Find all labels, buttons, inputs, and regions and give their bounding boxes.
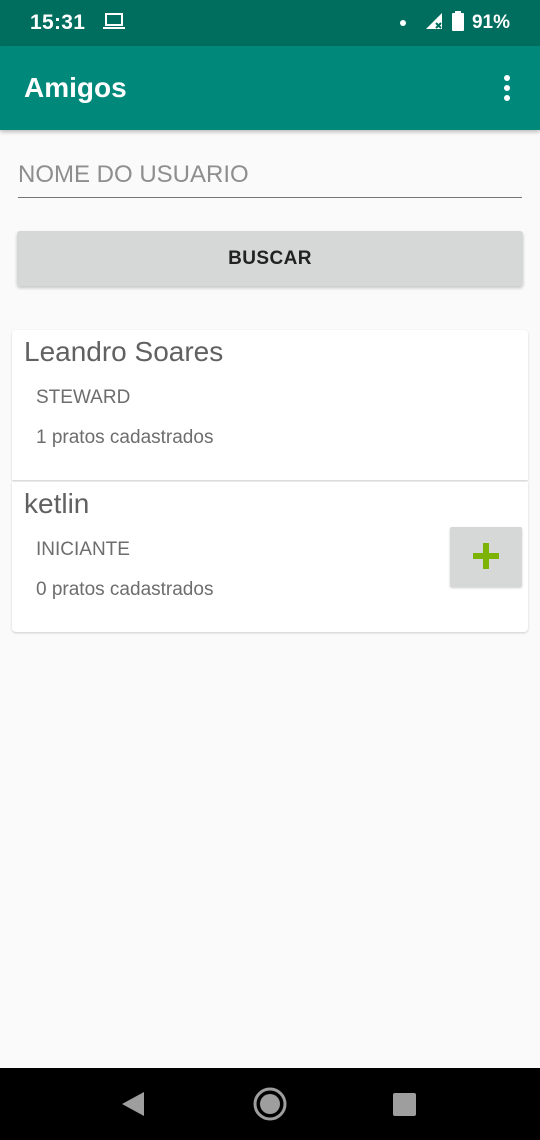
friend-name: ketlin — [24, 488, 90, 519]
app-bar: Amigos — [0, 46, 540, 130]
friend-dish-count: 0 pratos cadastrados — [36, 579, 214, 600]
home-icon[interactable] — [252, 1086, 288, 1127]
status-time: 15:31 — [30, 11, 86, 34]
battery-icon — [451, 10, 464, 36]
username-search-input[interactable] — [18, 152, 522, 198]
notification-dot-icon — [399, 20, 406, 26]
laptop-icon — [103, 12, 126, 35]
status-bar: 15:31 91% — [0, 0, 540, 46]
friend-level: INICIANTE — [36, 539, 130, 560]
plus-icon — [473, 542, 499, 572]
overflow-menu-icon[interactable] — [492, 68, 522, 108]
page-title: Amigos — [24, 72, 127, 103]
battery-percentage: 91% — [471, 12, 510, 33]
friend-card[interactable]: ketlin INICIANTE 0 pratos cadastrados — [12, 482, 528, 632]
friend-card[interactable]: Leandro Soares STEWARD 1 pratos cadastra… — [12, 330, 528, 480]
friend-name: Leandro Soares — [24, 336, 224, 367]
friend-dish-count: 1 pratos cadastrados — [36, 427, 214, 448]
search-button[interactable]: BUSCAR — [17, 231, 523, 286]
system-nav-bar — [0, 1068, 540, 1140]
signal-icon — [424, 11, 444, 36]
friend-level: STEWARD — [36, 387, 131, 408]
add-friend-button[interactable] — [450, 527, 522, 587]
search-field-wrapper — [18, 152, 522, 198]
back-icon[interactable] — [122, 1092, 144, 1121]
recents-icon[interactable] — [393, 1093, 416, 1116]
